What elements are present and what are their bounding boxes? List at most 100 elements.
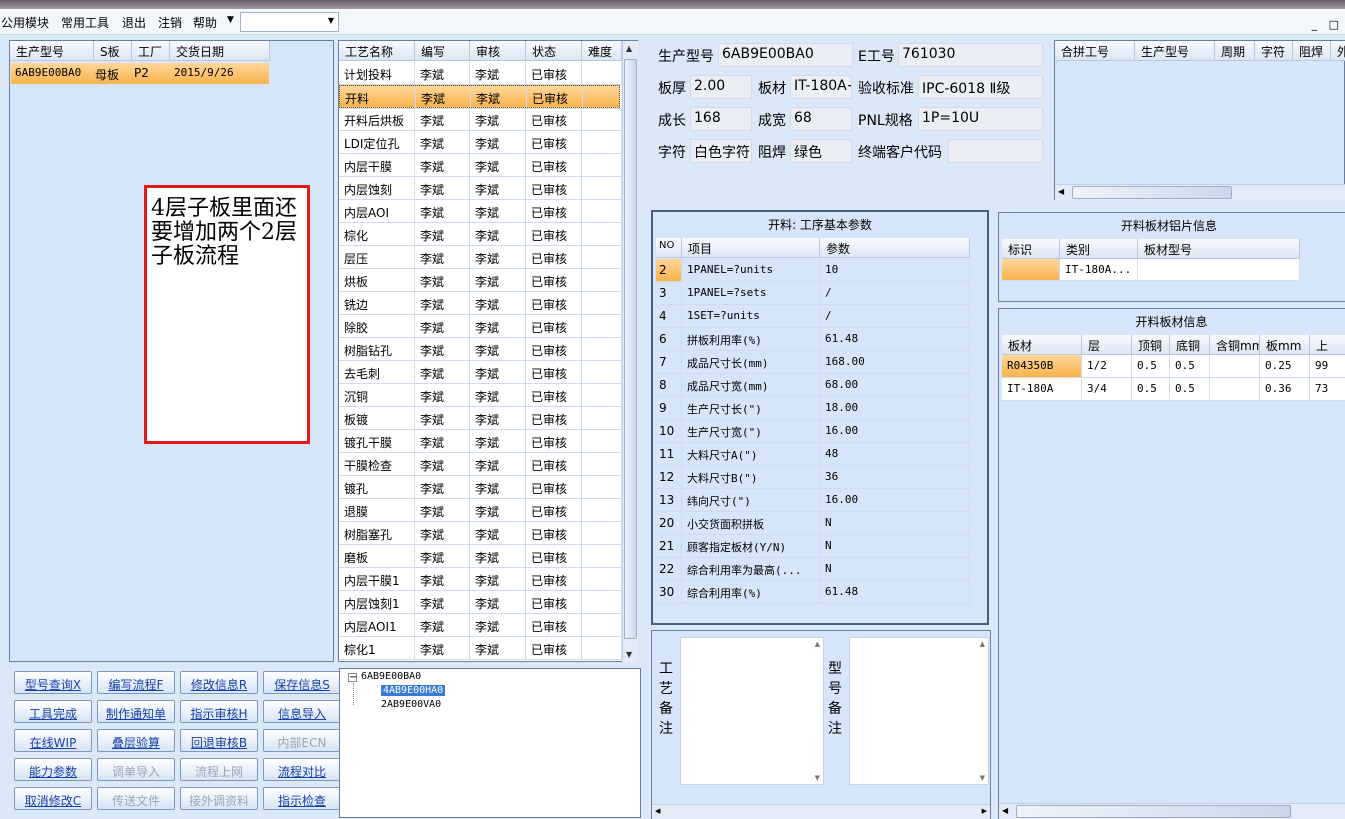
scroll-thumb[interactable]	[1072, 186, 1232, 199]
param-value[interactable]: N	[820, 535, 970, 558]
col-header[interactable]: 参数	[820, 238, 970, 258]
table-row[interactable]: 开料后烘板 李斌 李斌 已审核	[339, 108, 622, 131]
col-header[interactable]: 周期	[1215, 41, 1255, 61]
param-value[interactable]: 36	[820, 466, 970, 489]
action-button[interactable]: 接外调资料	[180, 787, 258, 810]
param-no[interactable]: 6	[656, 328, 682, 351]
param-no[interactable]: 30	[656, 581, 682, 604]
param-no[interactable]: 11	[656, 443, 682, 466]
param-no[interactable]: 12	[656, 466, 682, 489]
table-row[interactable]: 计划投料 李斌 李斌 已审核	[339, 62, 622, 85]
table-row[interactable]: 棕化1 李斌 李斌 已审核	[339, 637, 622, 660]
table-cell[interactable]: 0.5	[1170, 355, 1210, 378]
table-row[interactable]: 沉铜 李斌 李斌 已审核	[339, 384, 622, 407]
param-value[interactable]: 16.00	[820, 489, 970, 512]
param-item[interactable]: 1PANEL=?units	[682, 259, 820, 282]
table-cell[interactable]: 0.5	[1132, 355, 1170, 378]
table-row[interactable]: 磨板 李斌 李斌 已审核	[339, 545, 622, 568]
param-item[interactable]: 1SET=?units	[682, 305, 820, 328]
process-remark-field[interactable]: ▲ ▼	[680, 637, 824, 785]
len-field[interactable]: 168	[690, 107, 752, 131]
param-item[interactable]: 小交货面积拼板	[682, 512, 820, 535]
char-field[interactable]: 白色字符	[690, 139, 752, 163]
std-field[interactable]: IPC-6018 Ⅱ级	[918, 75, 1043, 99]
e-no-field[interactable]: 761030	[898, 43, 1043, 67]
col-header[interactable]: 生产型号	[10, 41, 94, 61]
table-cell[interactable]: 0.5	[1132, 378, 1170, 401]
col-header[interactable]: 底铜	[1170, 335, 1210, 355]
table-cell[interactable]: 0.5	[1170, 378, 1210, 401]
table-row[interactable]: 树脂塞孔 李斌 李斌 已审核	[339, 522, 622, 545]
col-header[interactable]: 标识	[1002, 239, 1060, 259]
table-row[interactable]: 除胶 李斌 李斌 已审核	[339, 315, 622, 338]
param-no[interactable]: 3	[656, 282, 682, 305]
thickness-field[interactable]: 2.00	[690, 75, 752, 99]
col-header[interactable]: 工厂	[132, 41, 170, 61]
col-header[interactable]: 难度	[582, 41, 622, 61]
param-value[interactable]: /	[820, 282, 970, 305]
col-header[interactable]: 含铜mm	[1210, 335, 1260, 355]
param-value[interactable]: 68.00	[820, 374, 970, 397]
action-button[interactable]: 流程上网	[180, 758, 258, 781]
param-item[interactable]: 大料尺寸A(")	[682, 443, 820, 466]
param-no[interactable]: 13	[656, 489, 682, 512]
table-row[interactable]: 开料 李斌 李斌 已审核	[339, 85, 623, 109]
col-header[interactable]: 阻焊	[1293, 41, 1331, 61]
scroll-thumb[interactable]	[624, 59, 637, 639]
prod-model-field[interactable]: 6AB9E00BA0	[718, 43, 853, 67]
action-button[interactable]: 型号查询X	[14, 671, 92, 694]
table-cell[interactable]	[1210, 378, 1260, 401]
param-item[interactable]: 1PANEL=?sets	[682, 282, 820, 305]
param-no[interactable]: 21	[656, 535, 682, 558]
wid-field[interactable]: 68	[790, 107, 852, 131]
material-field[interactable]: IT-180A+	[790, 75, 852, 99]
table-cell[interactable]: 73	[1310, 378, 1345, 401]
scroll-down-icon[interactable]: ▼	[815, 774, 820, 782]
scroll-left-icon[interactable]: ◀	[655, 807, 660, 815]
col-header[interactable]: 字符	[1255, 41, 1293, 61]
al-type-cell[interactable]: IT-180A...	[1060, 259, 1138, 281]
table-row[interactable]: 烘板 李斌 李斌 已审核	[339, 269, 622, 292]
col-header[interactable]: 状态	[526, 41, 582, 61]
table-row[interactable]: 树脂钻孔 李斌 李斌 已审核	[339, 338, 622, 361]
action-button[interactable]: 传送文件	[97, 787, 175, 810]
table-row[interactable]: 去毛刺 李斌 李斌 已审核	[339, 361, 622, 384]
table-row[interactable]: 镀孔干膜 李斌 李斌 已审核	[339, 430, 622, 453]
table-row[interactable]: 棕化 李斌 李斌 已审核	[339, 223, 622, 246]
table-row[interactable]: 6AB9E00BA0 母板 P2 2015/9/26	[11, 63, 269, 84]
scroll-up-icon[interactable]: ▲	[815, 640, 820, 648]
table-cell[interactable]: 99	[1310, 355, 1345, 378]
param-no[interactable]: 20	[656, 512, 682, 535]
param-value[interactable]: 10	[820, 259, 970, 282]
table-row[interactable]: LDI定位孔 李斌 李斌 已审核	[339, 131, 622, 154]
table-row[interactable]: 板镀 李斌 李斌 已审核	[339, 407, 622, 430]
param-value[interactable]: 61.48	[820, 581, 970, 604]
tree-child-selected[interactable]: 4AB9E00HA0	[381, 685, 446, 696]
horizontal-scrollbar[interactable]: ◀	[999, 803, 1345, 819]
param-item[interactable]: 顾客指定板材(Y/N)	[682, 535, 820, 558]
scroll-left-icon[interactable]: ◀	[1058, 187, 1064, 196]
col-header[interactable]: 合拼工号	[1055, 41, 1135, 61]
param-item[interactable]: 纬向尺寸(")	[682, 489, 820, 512]
action-button[interactable]: 在线WIP	[14, 729, 92, 752]
table-row[interactable]: 内层AOI 李斌 李斌 已审核	[339, 200, 622, 223]
scroll-down-icon[interactable]: ▼	[626, 650, 632, 659]
table-row[interactable]: 层压 李斌 李斌 已审核	[339, 246, 622, 269]
tree-child[interactable]: 2AB9E00VA0	[381, 699, 441, 710]
col-header[interactable]: 板材型号	[1138, 239, 1300, 259]
action-button[interactable]: 能力参数	[14, 758, 92, 781]
param-item[interactable]: 成品尺寸宽(mm)	[682, 374, 820, 397]
menu-combo-box[interactable]: ▼	[240, 12, 339, 32]
param-no[interactable]: 10	[656, 420, 682, 443]
menu-public-module[interactable]: 公用模块	[1, 14, 49, 31]
param-item[interactable]: 综合利用率为最高(...	[682, 558, 820, 581]
param-value[interactable]: N	[820, 558, 970, 581]
col-header[interactable]: 编写	[415, 41, 470, 61]
action-button[interactable]: 内部ECN	[263, 729, 341, 752]
al-mark-cell[interactable]	[1002, 259, 1060, 281]
model-remark-field[interactable]: ▲ ▼	[849, 637, 989, 785]
col-header[interactable]: 类别	[1060, 239, 1138, 259]
scroll-down-icon[interactable]: ▼	[980, 774, 985, 782]
col-header[interactable]: 生产型号	[1135, 41, 1215, 61]
col-header[interactable]: NO	[656, 238, 682, 258]
